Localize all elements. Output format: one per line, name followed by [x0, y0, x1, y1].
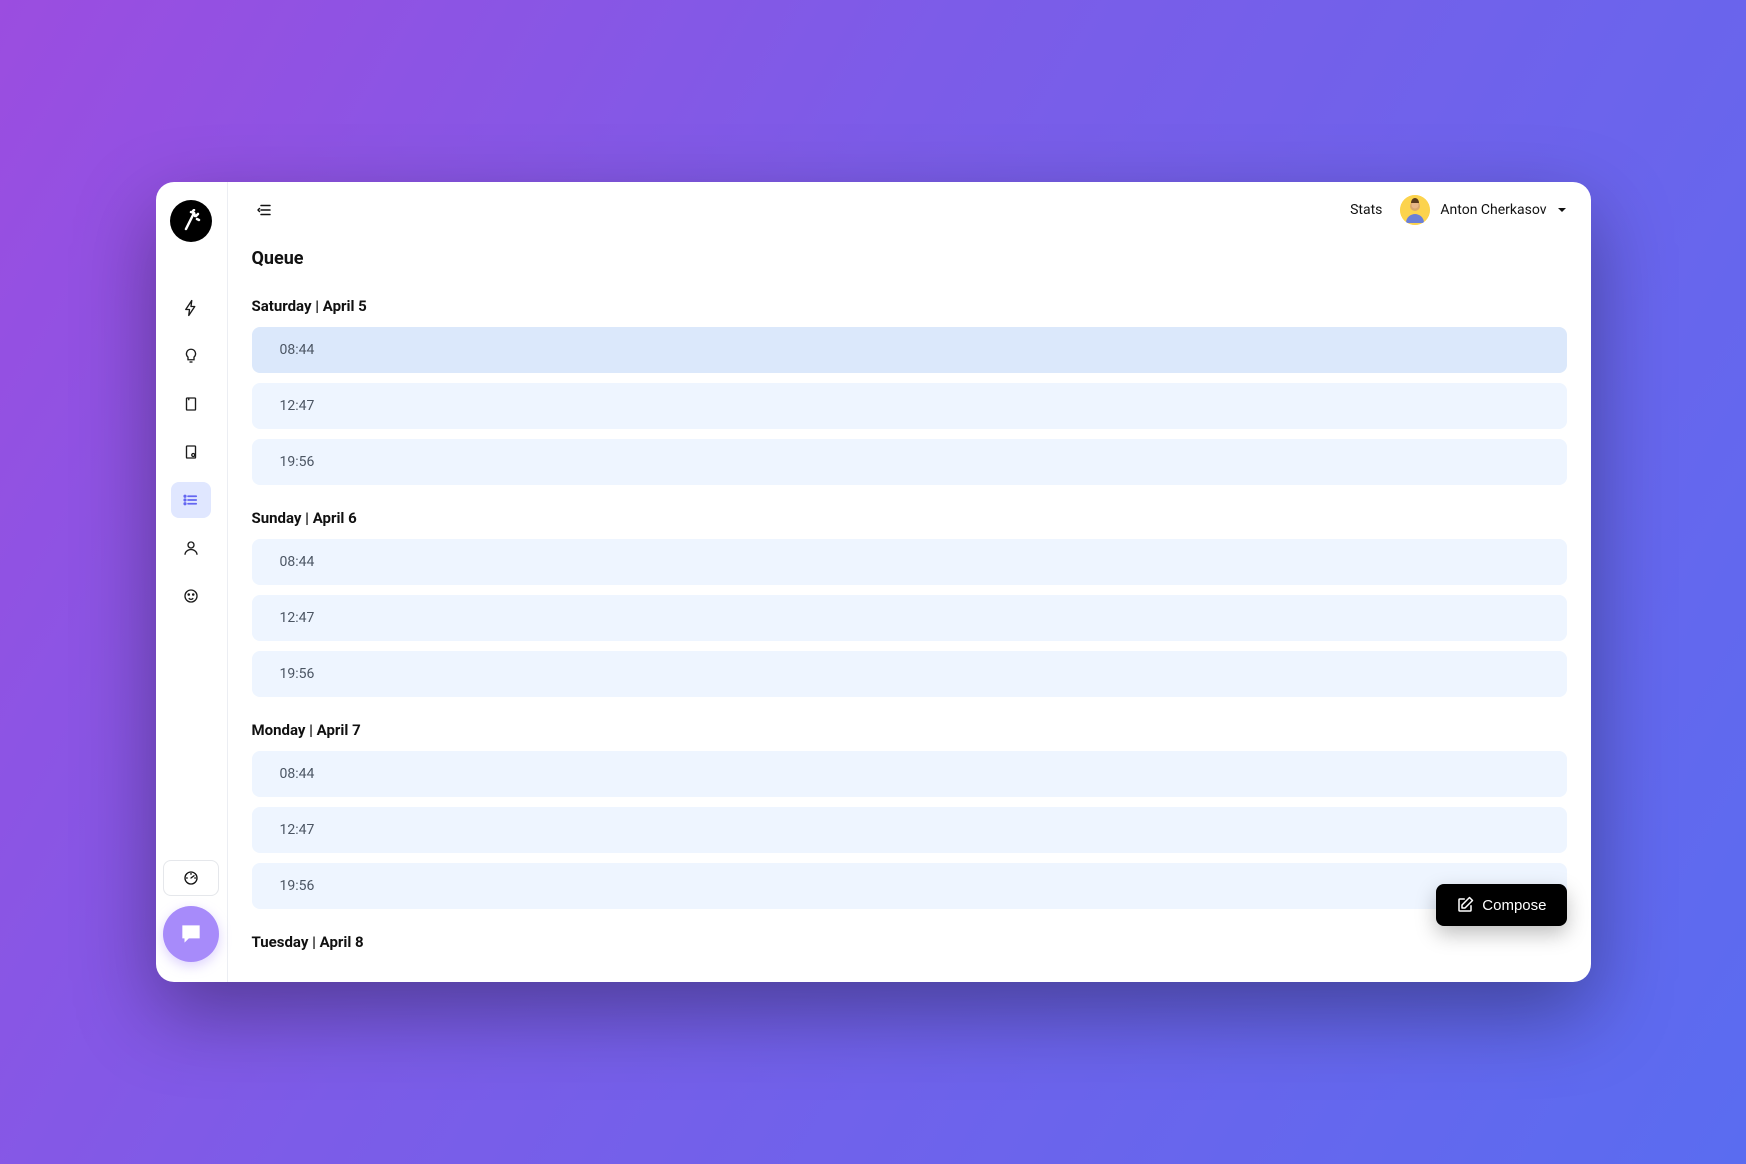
chat-button[interactable]	[163, 906, 219, 962]
queue-slot[interactable]: 19:56	[252, 651, 1567, 697]
day-heading: Tuesday | April 8	[252, 933, 1567, 951]
nav-face-icon[interactable]	[171, 578, 211, 614]
compose-icon	[1456, 896, 1474, 914]
queue-slot[interactable]: 12:47	[252, 807, 1567, 853]
day-group: Sunday | April 6 08:44 12:47 19:56	[252, 509, 1567, 697]
nav-lightning-icon[interactable]	[171, 290, 211, 326]
bulb-icon	[182, 347, 200, 365]
compose-label: Compose	[1482, 897, 1546, 914]
nav-bulb-icon[interactable]	[171, 338, 211, 374]
queue-slot[interactable]: 19:56	[252, 863, 1567, 909]
day-group: Saturday | April 5 08:44 12:47 19:56	[252, 297, 1567, 485]
content: Queue Saturday | April 508:4412:4719:56S…	[228, 238, 1591, 982]
avatar	[1400, 195, 1430, 225]
topbar: Stats Anton Cherkasov	[228, 182, 1591, 238]
chevron-down-icon	[1557, 205, 1567, 215]
nav-note-icon[interactable]	[171, 386, 211, 422]
queue-slot[interactable]: 19:56	[252, 439, 1567, 485]
face-icon	[182, 587, 200, 605]
nav-person-icon[interactable]	[171, 530, 211, 566]
lightning-icon	[182, 299, 200, 317]
person-icon	[182, 539, 200, 557]
sidebar-bottom	[156, 860, 227, 962]
queue-slot[interactable]: 08:44	[252, 751, 1567, 797]
page-title: Queue	[252, 248, 1567, 269]
sidebar-toggle-button[interactable]	[252, 198, 276, 222]
main-panel: Stats Anton Cherkasov	[228, 182, 1591, 982]
stats-link[interactable]: Stats	[1350, 202, 1382, 218]
day-heading: Saturday | April 5	[252, 297, 1567, 315]
nav-list-icon[interactable]	[171, 482, 211, 518]
queue-slot[interactable]: 12:47	[252, 383, 1567, 429]
day-group: Monday | April 7 08:44 12:47 19:56	[252, 721, 1567, 909]
bookmark-icon	[182, 443, 200, 461]
queue-slot[interactable]: 08:44	[252, 327, 1567, 373]
dashboard-tool-button[interactable]	[163, 860, 219, 896]
compose-button[interactable]: Compose	[1436, 884, 1566, 926]
user-menu[interactable]: Anton Cherkasov	[1400, 195, 1566, 225]
queue-slot[interactable]: 08:44	[252, 539, 1567, 585]
queue-slot[interactable]: 12:47	[252, 595, 1567, 641]
app-logo[interactable]	[170, 200, 212, 242]
day-group: Tuesday | April 8	[252, 933, 1567, 951]
note-icon	[182, 395, 200, 413]
nav-bookmark-icon[interactable]	[171, 434, 211, 470]
list-icon	[182, 491, 200, 509]
user-name: Anton Cherkasov	[1440, 202, 1546, 218]
day-heading: Monday | April 7	[252, 721, 1567, 739]
day-heading: Sunday | April 6	[252, 509, 1567, 527]
sidebar	[156, 182, 228, 982]
app-window: Stats Anton Cherkasov	[156, 182, 1591, 982]
